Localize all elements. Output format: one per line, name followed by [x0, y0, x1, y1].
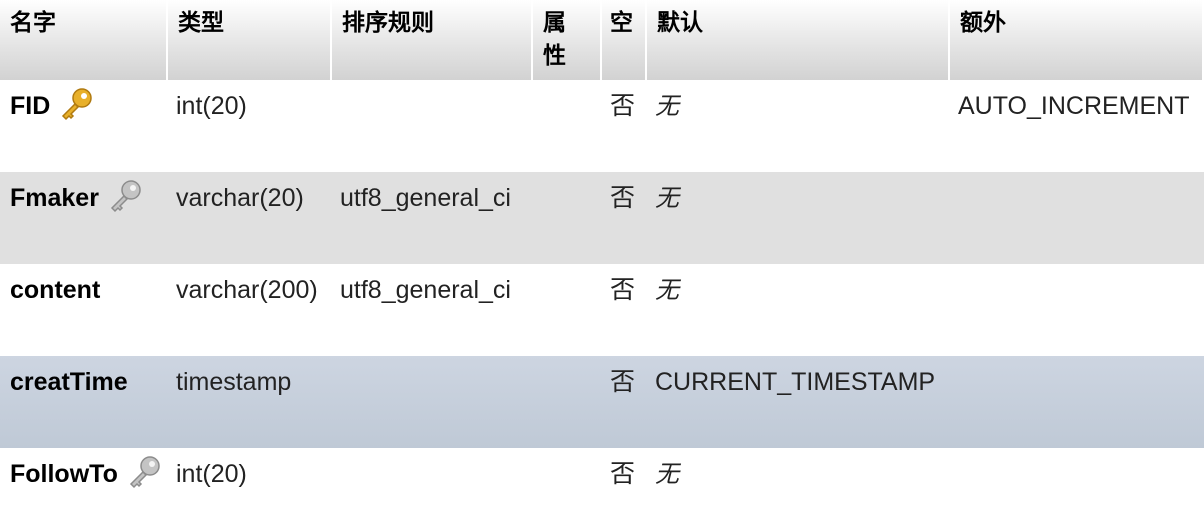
cell-attributes [533, 264, 602, 356]
cell-type: timestamp [168, 356, 332, 448]
default-value: 无 [655, 184, 679, 212]
table-row-highlighted[interactable]: creatTime timestamp 否 CURRENT_TIMESTAMP [0, 356, 1204, 448]
index-key-icon [129, 456, 160, 489]
field-name: Fmaker [10, 184, 99, 212]
table-row[interactable]: FID int(20) 否 无 AUTO_INCREMENT [0, 80, 1204, 172]
cell-extra [950, 264, 1204, 356]
table-structure: 名字 类型 排序规则 属 性 空 默认 额外 FID int(20) 否 无 A… [0, 0, 1204, 514]
cell-collation [332, 356, 533, 448]
cell-extra [950, 356, 1204, 448]
cell-name: creatTime [0, 356, 168, 448]
cell-null: 否 [602, 448, 647, 514]
default-value: 无 [655, 92, 679, 120]
cell-null: 否 [602, 80, 647, 172]
column-header-extra[interactable]: 额外 [950, 0, 1204, 80]
cell-name: Fmaker [0, 172, 168, 264]
default-value: 无 [655, 276, 679, 304]
cell-attributes [533, 172, 602, 264]
cell-default: 无 [647, 80, 950, 172]
field-name: FID [10, 92, 51, 120]
cell-extra [950, 172, 1204, 264]
cell-attributes [533, 448, 602, 514]
cell-extra [950, 448, 1204, 514]
column-header-default[interactable]: 默认 [647, 0, 950, 80]
column-header-attributes[interactable]: 属 性 [533, 0, 602, 80]
cell-name: FollowTo [0, 448, 168, 514]
cell-name: FID [0, 80, 168, 172]
header-row: 名字 类型 排序规则 属 性 空 默认 额外 [0, 0, 1204, 80]
field-name: FollowTo [10, 460, 118, 488]
cell-collation: utf8_general_ci [332, 172, 533, 264]
cell-default: 无 [647, 448, 950, 514]
column-header-collation[interactable]: 排序规则 [332, 0, 533, 80]
cell-default: CURRENT_TIMESTAMP [647, 356, 950, 448]
cell-type: int(20) [168, 448, 332, 514]
cell-null: 否 [602, 172, 647, 264]
cell-attributes [533, 356, 602, 448]
field-name: creatTime [10, 368, 128, 396]
default-value: 无 [655, 460, 679, 488]
table-row[interactable]: content varchar(200) utf8_general_ci 否 无 [0, 264, 1204, 356]
column-header-attributes-label: 属 性 [543, 9, 566, 68]
cell-default: 无 [647, 264, 950, 356]
column-header-null[interactable]: 空 [602, 0, 647, 80]
cell-type: int(20) [168, 80, 332, 172]
column-header-name[interactable]: 名字 [0, 0, 168, 80]
cell-type: varchar(20) [168, 172, 332, 264]
column-header-type[interactable]: 类型 [168, 0, 332, 80]
cell-name: content [0, 264, 168, 356]
cell-default: 无 [647, 172, 950, 264]
cell-collation: utf8_general_ci [332, 264, 533, 356]
table-row[interactable]: FollowTo int(20) 否 无 [0, 448, 1204, 514]
table-row[interactable]: Fmaker varchar(20) utf8_general_ci 否 无 [0, 172, 1204, 264]
index-key-icon [110, 180, 141, 213]
cell-attributes [533, 80, 602, 172]
cell-null: 否 [602, 356, 647, 448]
primary-key-icon [62, 88, 93, 121]
cell-collation [332, 80, 533, 172]
cell-extra: AUTO_INCREMENT [950, 80, 1204, 172]
cell-collation [332, 448, 533, 514]
cell-null: 否 [602, 264, 647, 356]
field-name: content [10, 276, 101, 304]
cell-type: varchar(200) [168, 264, 332, 356]
